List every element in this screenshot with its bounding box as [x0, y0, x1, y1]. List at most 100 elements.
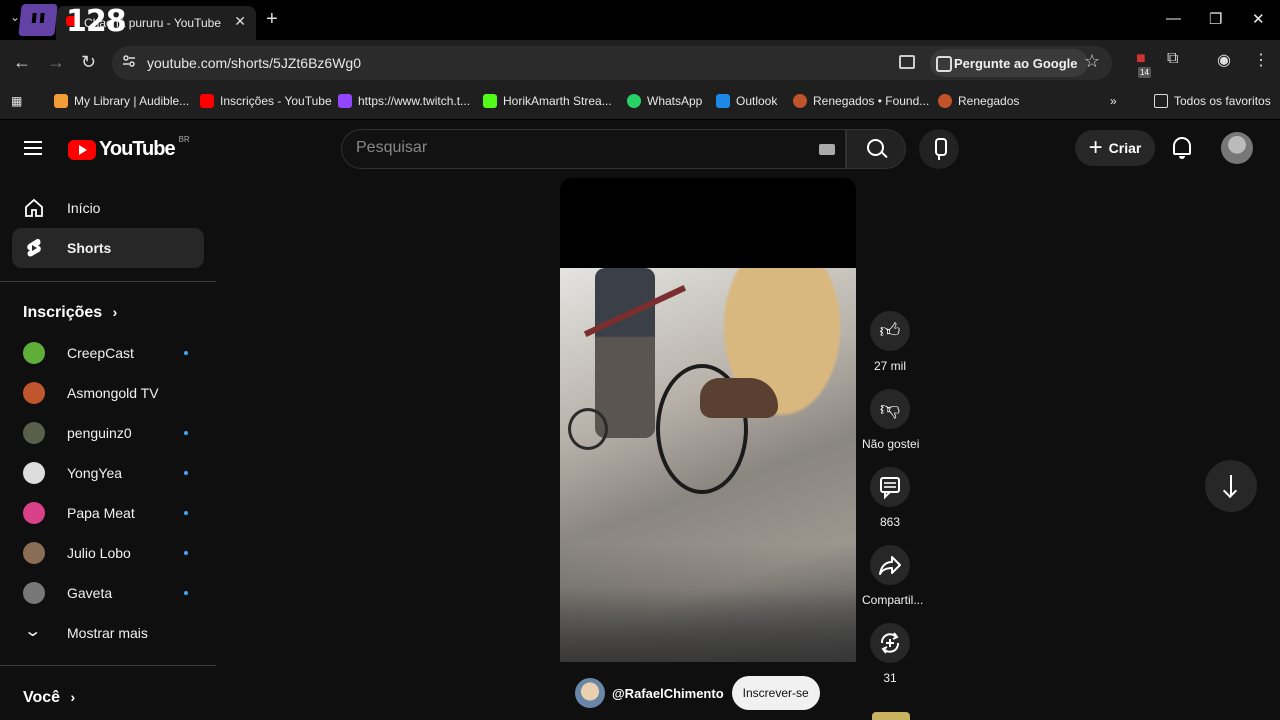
- url-text[interactable]: youtube.com/shorts/5JZt6Bz6Wg0: [147, 55, 361, 71]
- youtube-logo[interactable]: YouTube BR: [68, 135, 190, 161]
- you-title: Você: [23, 689, 61, 706]
- home-icon: [25, 198, 43, 217]
- keyboard-icon[interactable]: [819, 144, 835, 155]
- apps-grid-icon[interactable]: ▦: [11, 94, 22, 108]
- hamburger-menu-icon[interactable]: [24, 141, 42, 155]
- channel-name: Papa Meat: [67, 505, 135, 521]
- youtube-icon: [200, 94, 214, 108]
- share-action[interactable]: Compartil...: [862, 545, 923, 607]
- more-bookmarks-icon[interactable]: »: [1110, 94, 1117, 108]
- shorts-icon: [27, 238, 41, 257]
- remix-action[interactable]: 31: [862, 623, 918, 685]
- like-button[interactable]: 👍︎: [870, 311, 910, 351]
- subscription-item[interactable]: Gaveta: [12, 573, 204, 613]
- share-icon: [879, 556, 901, 575]
- reload-icon[interactable]: ↻: [81, 52, 96, 73]
- bookmarks-bar: ▦ My Library | Audible... Inscrições - Y…: [0, 86, 1280, 120]
- new-tab-icon[interactable]: +: [266, 8, 278, 31]
- bookmark-item[interactable]: Inscrições - YouTube: [200, 94, 332, 108]
- account-avatar[interactable]: [1221, 132, 1253, 164]
- restore-icon[interactable]: ❐: [1209, 10, 1222, 28]
- channel-avatar: [23, 502, 45, 524]
- omnibox[interactable]: youtube.com/shorts/5JZt6Bz6Wg0 Pergunte …: [112, 46, 1112, 80]
- subscription-item[interactable]: Julio Lobo: [12, 533, 204, 573]
- subscribe-button[interactable]: Inscrever-se: [731, 676, 820, 710]
- create-button[interactable]: + Criar: [1075, 130, 1155, 166]
- remix-button[interactable]: [870, 623, 910, 663]
- bookmark-label: https://www.twitch.t...: [358, 94, 471, 108]
- window-close-icon[interactable]: ✕: [1252, 10, 1265, 28]
- youtube-header: YouTube BR + Criar: [0, 120, 1280, 176]
- bookmark-label: Renegados • Found...: [813, 94, 930, 108]
- new-content-dot: [184, 551, 188, 555]
- new-content-dot: [184, 471, 188, 475]
- subscription-item[interactable]: CreepCast: [12, 333, 204, 373]
- extensions-puzzle-icon[interactable]: ⧉: [1167, 50, 1178, 68]
- site-info-icon[interactable]: [122, 54, 136, 68]
- all-bookmarks-folder[interactable]: Todos os favoritos: [1154, 94, 1271, 108]
- bookmark-label: My Library | Audible...: [74, 94, 190, 108]
- subscriptions-heading[interactable]: Inscrições ›: [23, 304, 117, 322]
- minimize-icon[interactable]: —: [1166, 10, 1181, 27]
- youtube-play-icon: [68, 139, 96, 160]
- remix-icon: [880, 632, 900, 654]
- next-short-button[interactable]: [1205, 460, 1257, 512]
- show-more-button[interactable]: ⌄ Mostrar mais: [12, 613, 204, 653]
- comments-button[interactable]: [870, 467, 910, 507]
- tab-search-icon[interactable]: ⌄: [10, 10, 20, 24]
- channel-name: Asmongold TV: [67, 385, 159, 401]
- ask-google-button[interactable]: Pergunte ao Google: [930, 49, 1088, 77]
- comments-action[interactable]: 863: [862, 467, 918, 529]
- subscription-item[interactable]: Papa Meat: [12, 493, 204, 533]
- dislike-button[interactable]: 👎︎: [870, 389, 910, 429]
- channel-avatar[interactable]: [575, 678, 605, 708]
- bookmark-item[interactable]: My Library | Audible...: [54, 94, 189, 108]
- sound-thumbnail[interactable]: [872, 712, 910, 720]
- notifications-bell-icon[interactable]: [1173, 137, 1191, 159]
- address-bar-row: ← → ↻ youtube.com/shorts/5JZt6Bz6Wg0 Per…: [0, 40, 1280, 86]
- channel-name: Gaveta: [67, 585, 113, 601]
- region-code: BR: [178, 135, 190, 144]
- install-app-icon[interactable]: [899, 55, 915, 69]
- browser-menu-icon[interactable]: ⋮: [1253, 50, 1269, 70]
- subscription-item[interactable]: YongYea: [12, 453, 204, 493]
- new-content-dot: [184, 591, 188, 595]
- bookmark-star-icon[interactable]: ☆: [1084, 51, 1100, 72]
- bookmark-item[interactable]: Renegados • Found...: [793, 94, 929, 108]
- video-frame[interactable]: [560, 268, 856, 662]
- tab-close-icon[interactable]: ✕: [234, 13, 246, 30]
- show-more-label: Mostrar mais: [67, 625, 148, 641]
- forward-icon[interactable]: →: [47, 52, 65, 73]
- like-action[interactable]: 👍︎ 27 mil: [862, 311, 918, 373]
- youtube-wordmark: YouTube: [99, 138, 176, 160]
- extension-badge: 14: [1138, 67, 1151, 78]
- channel-avatar: [23, 342, 45, 364]
- extension-icon[interactable]: ■: [1136, 50, 1146, 68]
- video-bike-wheel: [568, 408, 608, 450]
- renegados-icon: [938, 94, 952, 108]
- bookmark-item[interactable]: WhatsApp: [627, 94, 702, 108]
- sidebar: Início Shorts Inscrições › CreepCast Asm…: [0, 176, 216, 720]
- dislike-action[interactable]: 👎︎ Não gostei: [862, 389, 919, 451]
- subscription-item[interactable]: Asmongold TV: [12, 373, 204, 413]
- share-button[interactable]: [870, 545, 910, 585]
- profile-icon[interactable]: ◉: [1217, 50, 1231, 70]
- bookmark-item[interactable]: https://www.twitch.t...: [338, 94, 470, 108]
- subscription-item[interactable]: penguinz0: [12, 413, 204, 453]
- twitch-icon: [338, 94, 352, 108]
- bookmark-item[interactable]: Outlook: [716, 94, 777, 108]
- sidebar-item-shorts[interactable]: Shorts: [12, 228, 204, 268]
- you-heading[interactable]: Você ›: [23, 689, 75, 707]
- short-video-player[interactable]: [560, 178, 856, 662]
- remix-count: 31: [883, 671, 897, 685]
- bookmark-item[interactable]: HorikAmarth Strea...: [483, 94, 612, 108]
- search-input[interactable]: [356, 139, 796, 157]
- short-channel-name[interactable]: @RafaelChimento: [612, 686, 724, 701]
- back-icon[interactable]: ←: [13, 52, 31, 73]
- sidebar-item-home[interactable]: Início: [12, 188, 204, 228]
- bookmark-item[interactable]: Renegados: [938, 94, 1019, 108]
- search-button[interactable]: [846, 129, 906, 169]
- audible-icon: [54, 94, 68, 108]
- channel-name: YongYea: [67, 465, 123, 481]
- voice-search-mic-icon[interactable]: [919, 129, 959, 169]
